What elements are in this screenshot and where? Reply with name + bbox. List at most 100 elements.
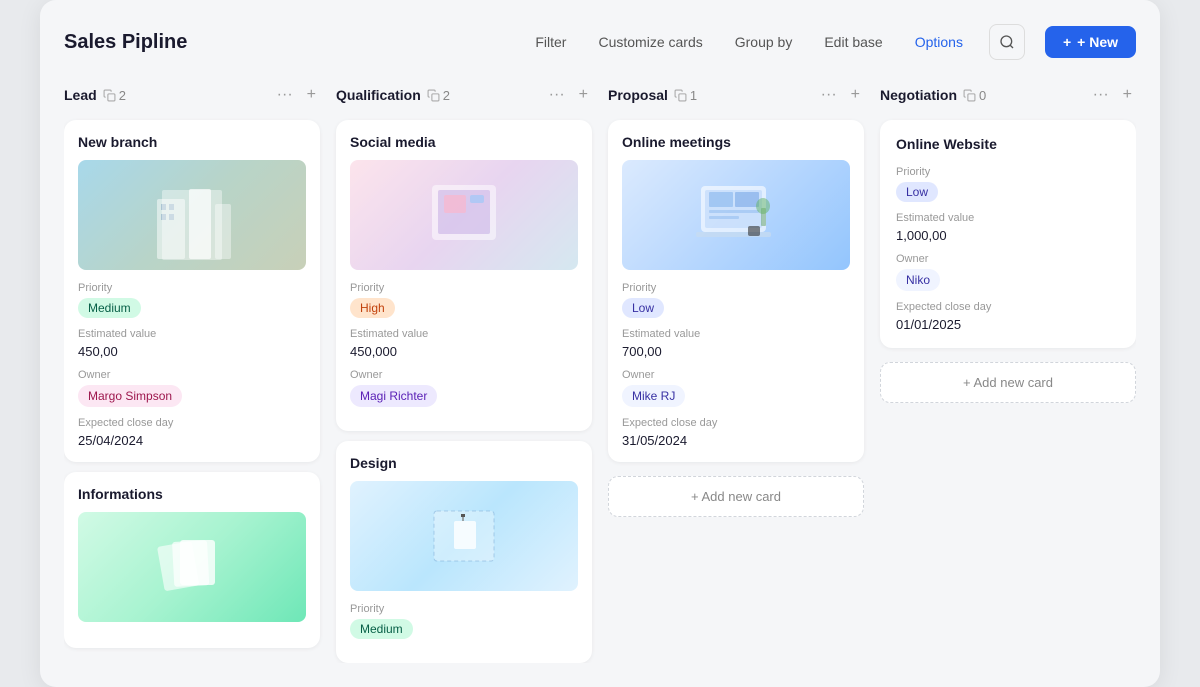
- card-online-meetings-image: [622, 160, 850, 270]
- estimated-label-4: Estimated value: [896, 212, 1120, 224]
- tablet-svg: [424, 180, 504, 250]
- column-negotiation-actions: ··· +: [1089, 84, 1136, 106]
- options-button[interactable]: Options: [909, 30, 969, 54]
- priority-badge-low-2: Low: [896, 182, 938, 202]
- card-informations-title: Informations: [78, 486, 306, 502]
- card-online-website: Online Website Priority Low Estimated va…: [880, 120, 1136, 348]
- header-actions: Filter Customize cards Group by Edit bas…: [529, 24, 1136, 60]
- column-qualification-more[interactable]: ···: [545, 84, 569, 106]
- owner-badge: Margo Simpson: [78, 385, 182, 407]
- new-label: + New: [1077, 34, 1118, 50]
- priority-label-4: Priority: [896, 166, 1120, 178]
- card-social-media-title: Social media: [350, 134, 578, 150]
- column-title-lead: Lead: [64, 87, 97, 103]
- priority-badge-low: Low: [622, 298, 664, 318]
- add-card-negotiation[interactable]: + Add new card: [880, 362, 1136, 403]
- card-design-title: Design: [350, 455, 578, 471]
- priority-badge-design: Medium: [350, 619, 413, 639]
- close-label: Expected close day: [78, 417, 306, 429]
- group-by-button[interactable]: Group by: [729, 30, 799, 54]
- close-date-3: 31/05/2024: [622, 433, 850, 448]
- card-social-media-image: [350, 160, 578, 270]
- column-qualification-add[interactable]: +: [575, 84, 592, 106]
- estimated-value: 450,00: [78, 344, 306, 359]
- laptop-svg: [691, 178, 781, 253]
- column-proposal: Proposal 1 ··· + Online meetings: [608, 80, 864, 663]
- app-container: Sales Pipline Filter Customize cards Gro…: [40, 0, 1160, 687]
- column-lead-add[interactable]: +: [303, 84, 320, 106]
- card-new-branch: New branch Priority Medium Estimat: [64, 120, 320, 462]
- card-informations: Informations: [64, 472, 320, 648]
- priority-label-3: Priority: [622, 282, 850, 294]
- column-header-qualification: Qualification 2 ··· +: [336, 80, 592, 110]
- column-negotiation-add[interactable]: +: [1119, 84, 1136, 106]
- column-header-negotiation: Negotiation 0 ··· +: [880, 80, 1136, 110]
- add-card-proposal[interactable]: + Add new card: [608, 476, 864, 517]
- owner-label-4: Owner: [896, 253, 1120, 265]
- estimated-value-2: 450,000: [350, 344, 578, 359]
- close-label-3: Expected close day: [622, 417, 850, 429]
- column-proposal-add[interactable]: +: [847, 84, 864, 106]
- copy-icon-4: [963, 89, 976, 102]
- copy-icon: [103, 89, 116, 102]
- filter-button[interactable]: Filter: [529, 30, 572, 54]
- owner-badge-2: Magi Richter: [350, 385, 437, 407]
- card-online-meetings-title: Online meetings: [622, 134, 850, 150]
- card-design-image: [350, 481, 578, 591]
- card-online-website-title: Online Website: [896, 136, 1120, 152]
- column-title-proposal: Proposal: [608, 87, 668, 103]
- column-lead-more[interactable]: ···: [273, 84, 297, 106]
- building-svg: [147, 184, 237, 264]
- estimated-label-2: Estimated value: [350, 328, 578, 340]
- new-button[interactable]: + + New: [1045, 26, 1136, 58]
- priority-label-2: Priority: [350, 282, 578, 294]
- owner-label-3: Owner: [622, 369, 850, 381]
- column-proposal-more[interactable]: ···: [817, 84, 841, 106]
- column-title-negotiation: Negotiation: [880, 87, 957, 103]
- new-icon: +: [1063, 34, 1071, 50]
- column-count-proposal: 1: [674, 88, 697, 103]
- design-svg: [429, 506, 499, 566]
- column-header-lead: Lead 2 ··· +: [64, 80, 320, 110]
- search-button[interactable]: [989, 24, 1025, 60]
- card-design: Design Priority Medium: [336, 441, 592, 663]
- column-header-proposal: Proposal 1 ··· +: [608, 80, 864, 110]
- priority-label-design: Priority: [350, 603, 578, 615]
- column-qualification-actions: ··· +: [545, 84, 592, 106]
- estimated-value-3: 700,00: [622, 344, 850, 359]
- close-label-4: Expected close day: [896, 301, 1120, 313]
- column-title-qualification: Qualification: [336, 87, 421, 103]
- paper-svg: [152, 532, 232, 602]
- copy-icon-3: [674, 89, 687, 102]
- column-qualification: Qualification 2 ··· + Social media: [336, 80, 592, 663]
- card-new-branch-title: New branch: [78, 134, 306, 150]
- estimated-label: Estimated value: [78, 328, 306, 340]
- owner-badge-4: Niko: [896, 269, 940, 291]
- priority-badge-high: High: [350, 298, 395, 318]
- card-informations-image: [78, 512, 306, 622]
- customize-cards-button[interactable]: Customize cards: [592, 30, 708, 54]
- search-icon: [999, 34, 1015, 50]
- owner-label-2: Owner: [350, 369, 578, 381]
- owner-badge-3: Mike RJ: [622, 385, 685, 407]
- column-proposal-actions: ··· +: [817, 84, 864, 106]
- column-count-lead: 2: [103, 88, 126, 103]
- card-social-media: Social media Priority High Estimated val…: [336, 120, 592, 431]
- owner-label: Owner: [78, 369, 306, 381]
- priority-badge-medium: Medium: [78, 298, 141, 318]
- column-negotiation: Negotiation 0 ··· + Online Website Prior…: [880, 80, 1136, 663]
- estimated-value-4: 1,000,00: [896, 228, 1120, 243]
- edit-base-button[interactable]: Edit base: [818, 30, 888, 54]
- column-lead-actions: ··· +: [273, 84, 320, 106]
- page-title: Sales Pipline: [64, 31, 529, 54]
- column-lead: Lead 2 ··· + New branch: [64, 80, 320, 663]
- copy-icon-2: [427, 89, 440, 102]
- priority-label: Priority: [78, 282, 306, 294]
- header: Sales Pipline Filter Customize cards Gro…: [64, 24, 1136, 60]
- column-negotiation-more[interactable]: ···: [1089, 84, 1113, 106]
- column-count-negotiation: 0: [963, 88, 986, 103]
- board: Lead 2 ··· + New branch: [64, 80, 1136, 663]
- close-date-4: 01/01/2025: [896, 317, 1120, 332]
- estimated-label-3: Estimated value: [622, 328, 850, 340]
- close-date: 25/04/2024: [78, 433, 306, 448]
